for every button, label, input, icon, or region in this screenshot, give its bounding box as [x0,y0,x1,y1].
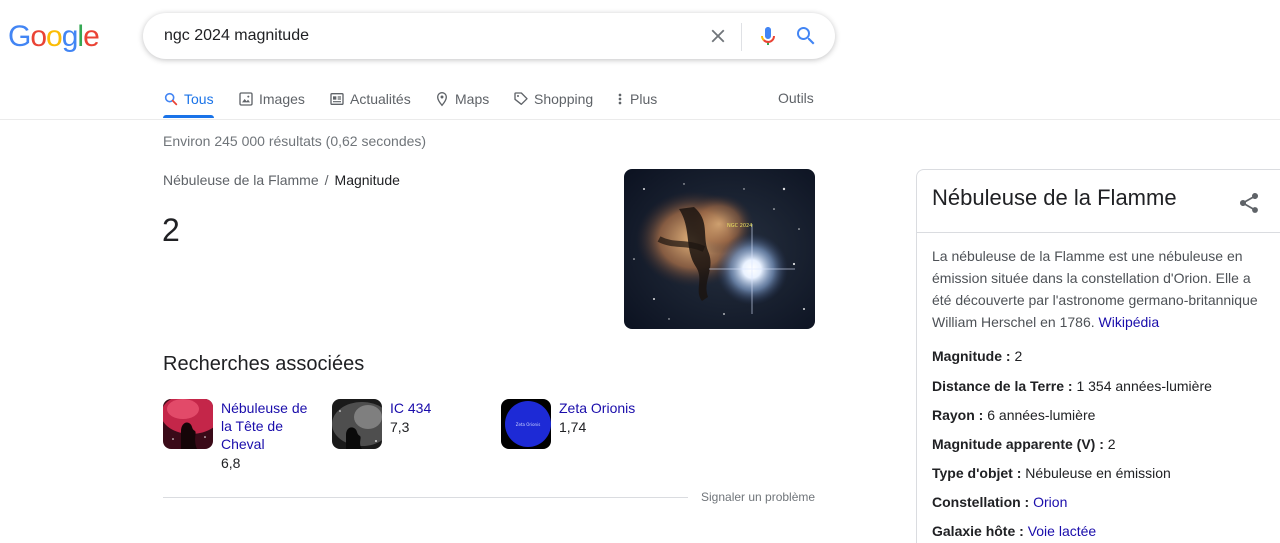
fact-label: Rayon : [932,407,984,423]
tab-label: Images [259,91,305,107]
tab-maps[interactable]: Maps [434,80,489,118]
related-thumb: Zeta Orionis [501,399,551,449]
tab-images[interactable]: Images [238,80,305,118]
active-tab-indicator [163,115,214,118]
breadcrumb: Nébuleuse de la Flamme / Magnitude [163,172,400,188]
fact-constellation: Constellation : Orion [932,494,1067,510]
tab-label: Plus [630,91,658,107]
tab-label: Actualités [350,91,411,107]
share-icon[interactable] [1237,191,1261,215]
tab-news[interactable]: Actualités [329,80,411,118]
search-divider [741,23,742,51]
report-problem-link[interactable]: Signaler un problème [701,490,815,504]
related-item[interactable]: Zeta Orionis Zeta Orionis 1,74 [501,399,659,449]
fact-object-type: Type d'objet : Nébuleuse en émission [932,465,1171,481]
fact-label: Magnitude : [932,348,1011,364]
wikipedia-link[interactable]: Wikipédia [1099,314,1160,330]
breadcrumb-entity[interactable]: Nébuleuse de la Flamme [163,172,319,188]
constellation-link[interactable]: Orion [1033,494,1067,510]
tag-icon [514,92,528,105]
search-box [143,13,835,59]
fact-value: 1 354 années-lumière [1076,378,1212,394]
tab-label: Shopping [534,91,594,107]
thumb-label: Zeta Orionis [516,422,541,427]
related-value: 1,74 [559,419,587,435]
google-logo[interactable]: Google [8,20,100,54]
mic-icon[interactable] [756,24,780,48]
related-name: Nébuleuse de la Tête de Cheval [221,400,308,452]
related-item[interactable]: Nébuleuse de la Tête de Cheval 6,8 [163,399,321,473]
description-text: La nébuleuse de la Flamme est une nébule… [932,248,1258,330]
tab-more[interactable]: Plus [615,80,657,118]
logo-letter: g [61,20,79,53]
header-divider [0,119,1280,120]
flame-nebula-image: NGC 2024 [624,169,815,329]
fact-host-galaxy: Galaxie hôte : Voie lactée [932,523,1096,539]
related-name: IC 434 [390,400,432,416]
fact-label: Magnitude apparente (V) : [932,436,1104,452]
fact-value: 6 années-lumière [987,407,1096,423]
knowledge-panel: Nébuleuse de la Flamme La nébuleuse de l… [916,169,1280,543]
fact-label: Type d'objet : [932,465,1022,481]
fact-distance: Distance de la Terre : 1 354 années-lumi… [932,378,1212,394]
related-thumb [332,399,382,449]
tools-button[interactable]: Outils [778,80,814,116]
tab-shopping[interactable]: Shopping [513,80,593,118]
image-icon [239,92,253,106]
search-icon[interactable] [794,24,818,48]
related-thumb [163,399,213,449]
tab-all[interactable]: Tous [163,80,214,118]
footer-divider [163,497,688,498]
related-item[interactable]: IC 434 7,3 [332,399,490,449]
logo-letter: e [83,20,100,53]
logo-letter: o [46,20,63,53]
nebula-image[interactable]: NGC 2024 [624,169,815,329]
logo-letter: o [30,20,47,53]
related-searches-title: Recherches associées [163,353,365,375]
panel-description: La nébuleuse de la Flamme est une nébule… [932,245,1267,333]
logo-letter: G [8,20,31,53]
more-vert-icon [618,93,622,105]
tab-label: Maps [455,91,490,107]
result-stats: Environ 245 000 résultats (0,62 secondes… [163,133,427,149]
tab-label: Tous [184,91,214,107]
panel-divider [917,232,1280,233]
fact-label: Distance de la Terre : [932,378,1073,394]
breadcrumb-separator: / [324,172,329,188]
fact-value: 2 [1014,348,1023,364]
related-value: 6,8 [221,455,241,471]
panel-title: Nébuleuse de la Flamme [932,185,1177,210]
related-name: Zeta Orionis [559,400,636,416]
answer-value: 2 [162,212,180,248]
fact-label: Constellation : [932,494,1030,510]
fact-magnitude: Magnitude : 2 [932,348,1022,364]
search-icon [164,92,178,106]
news-icon [330,93,344,105]
search-tabs: Tous Images Actualités Maps Shopping Plu… [163,80,823,120]
fact-value: 2 [1107,436,1116,452]
fact-value: Nébuleuse en émission [1025,465,1171,481]
fact-radius: Rayon : 6 années-lumière [932,407,1095,423]
image-caption: NGC 2024 [727,223,752,229]
breadcrumb-attribute: Magnitude [334,172,400,188]
search-input[interactable] [164,13,684,59]
close-icon[interactable] [707,25,729,47]
map-pin-icon [436,91,448,107]
fact-label: Galaxie hôte : [932,523,1024,539]
fact-apparent-magnitude: Magnitude apparente (V) : 2 [932,436,1116,452]
related-value: 7,3 [390,419,410,435]
galaxy-link[interactable]: Voie lactée [1028,523,1097,539]
